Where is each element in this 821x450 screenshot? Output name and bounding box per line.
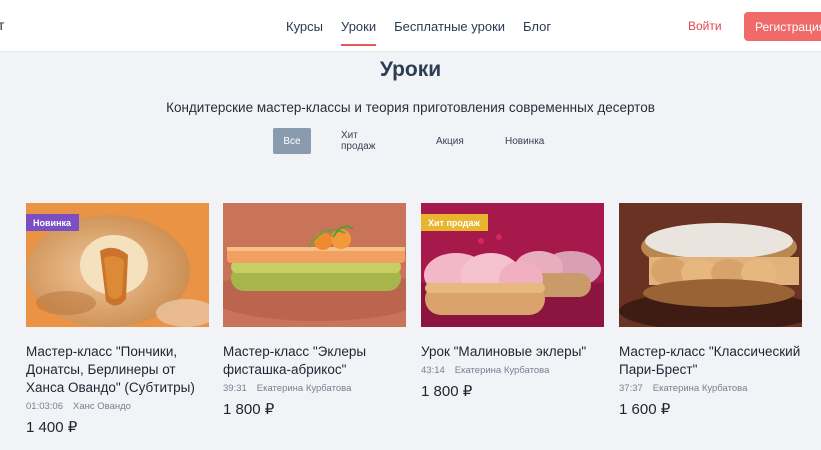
nav-free-lessons[interactable]: Бесплатные уроки bbox=[394, 13, 505, 40]
paris-brest-image bbox=[619, 203, 802, 327]
page-title: Уроки bbox=[379, 58, 442, 81]
filter-new[interactable]: Новинка bbox=[505, 128, 544, 154]
lesson-duration: 43:14 bbox=[421, 365, 445, 376]
filter-sale[interactable]: Акция bbox=[436, 128, 464, 154]
lesson-title[interactable]: Мастер-класс "Классический Пари-Брест" bbox=[619, 343, 802, 379]
lesson-author: Екатерина Курбатова bbox=[454, 365, 550, 376]
lesson-title[interactable]: Мастер-класс "Эклеры фисташка-абрикос" bbox=[223, 343, 406, 379]
lesson-card[interactable]: Хит продаж Урок "Малиновые эклеры" 43:14… bbox=[421, 203, 604, 400]
lesson-price: 1 600 ₽ bbox=[619, 401, 671, 418]
filter-all[interactable]: Все bbox=[273, 128, 311, 154]
lesson-meta: 01:03:06 Ханс Овандо bbox=[26, 401, 209, 412]
lesson-thumbnail[interactable]: Хит продаж bbox=[421, 203, 604, 327]
logo[interactable]: т bbox=[0, 17, 4, 33]
nav-blog[interactable]: Блог bbox=[523, 13, 551, 40]
lesson-price: 1 400 ₽ bbox=[26, 419, 78, 436]
lesson-duration: 37:37 bbox=[619, 383, 643, 394]
nav-lessons[interactable]: Уроки bbox=[341, 13, 377, 46]
lesson-card[interactable]: Мастер-класс "Эклеры фисташка-абрикос" 3… bbox=[223, 203, 406, 418]
lesson-author: Екатерина Курбатова bbox=[256, 383, 352, 394]
badge-bestseller: Хит продаж bbox=[421, 214, 488, 231]
nav-courses[interactable]: Курсы bbox=[286, 13, 323, 40]
lesson-duration: 39:31 bbox=[223, 383, 247, 394]
page-subtitle: Кондитерские мастер-классы и теория приг… bbox=[166, 100, 655, 115]
register-button[interactable]: Регистрация bbox=[744, 12, 821, 41]
lesson-author: Ханс Овандо bbox=[72, 401, 131, 412]
lesson-title[interactable]: Мастер-класс "Пончики, Донатсы, Берлинер… bbox=[26, 343, 209, 397]
lesson-price: 1 800 ₽ bbox=[421, 383, 473, 400]
lesson-duration: 01:03:06 bbox=[26, 401, 63, 412]
lesson-thumbnail[interactable] bbox=[223, 203, 406, 327]
lesson-meta: 43:14 Екатерина Курбатова bbox=[421, 365, 604, 376]
site-header: т Курсы Уроки Бесплатные уроки Блог Войт… bbox=[0, 0, 821, 52]
login-link[interactable]: Войти bbox=[688, 19, 722, 33]
lesson-meta: 37:37 Екатерина Курбатова bbox=[619, 383, 802, 394]
lesson-thumbnail[interactable]: Новинка bbox=[26, 203, 209, 327]
main-nav: Курсы Уроки Бесплатные уроки Блог bbox=[286, 0, 551, 52]
lesson-card[interactable]: Мастер-класс "Классический Пари-Брест" 3… bbox=[619, 203, 802, 418]
lesson-author: Екатерина Курбатова bbox=[652, 383, 748, 394]
lesson-meta: 39:31 Екатерина Курбатова bbox=[223, 383, 406, 394]
lesson-thumbnail[interactable] bbox=[619, 203, 802, 327]
filter-bestseller[interactable]: Хит продаж bbox=[341, 128, 375, 154]
lesson-price: 1 800 ₽ bbox=[223, 401, 275, 418]
eclair-pistachio-image bbox=[223, 203, 406, 327]
lesson-card[interactable]: Новинка Мастер-класс "Пончики, Донатсы, … bbox=[26, 203, 209, 436]
badge-new: Новинка bbox=[26, 214, 80, 231]
lesson-title[interactable]: Урок "Малиновые эклеры" bbox=[421, 343, 604, 361]
